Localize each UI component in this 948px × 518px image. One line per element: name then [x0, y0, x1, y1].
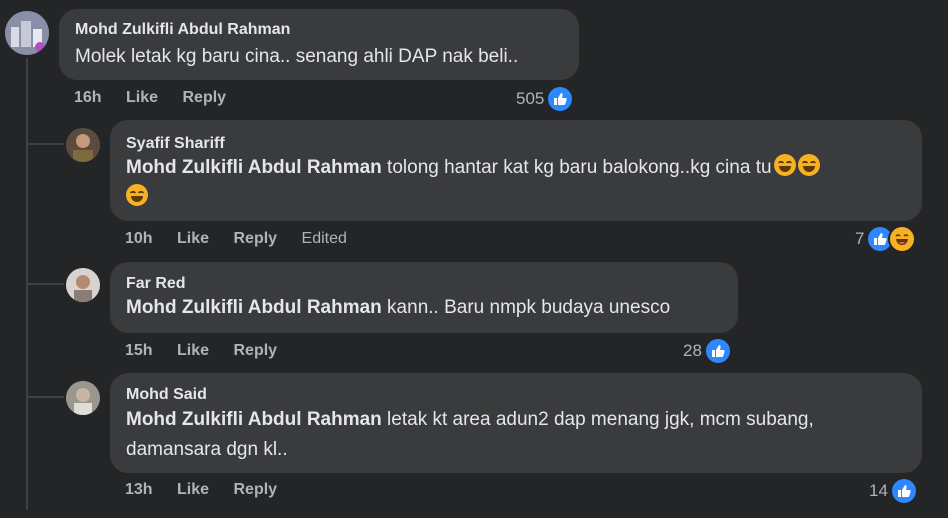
comment-actions: 10h Like Reply Edited	[125, 230, 347, 248]
avatar[interactable]	[66, 128, 100, 162]
reaction-count: 7	[855, 229, 865, 248]
comment-author[interactable]: Far Red	[126, 275, 186, 293]
comment-text: Mohd Zulkifli Abdul Rahman kann.. Baru n…	[126, 293, 670, 323]
comment-author[interactable]: Mohd Said	[126, 386, 207, 404]
avatar[interactable]	[66, 268, 100, 302]
reaction-count: 14	[869, 481, 888, 500]
like-reaction-icon	[889, 477, 918, 505]
mention-link[interactable]: Mohd Zulkifli Abdul Rahman	[126, 409, 382, 430]
reaction-count: 505	[516, 89, 545, 108]
comment-actions: 16h Like Reply	[74, 89, 226, 107]
comment-time[interactable]: 15h	[125, 342, 153, 360]
thread-connector	[26, 143, 64, 145]
reply-button[interactable]: Reply	[234, 342, 278, 360]
mention-link[interactable]: Mohd Zulkifli Abdul Rahman	[126, 297, 382, 318]
avatar[interactable]	[5, 11, 49, 55]
like-button[interactable]: Like	[126, 89, 158, 107]
edited-label[interactable]: Edited	[302, 230, 347, 248]
reaction-summary[interactable]: 7	[855, 225, 917, 253]
like-button[interactable]: Like	[177, 342, 209, 360]
comment-text: Molek letak kg baru cina.. senang ahli D…	[75, 46, 519, 67]
reply-button[interactable]: Reply	[234, 481, 278, 499]
comment-bubble: Mohd Said Mohd Zulkifli Abdul Rahman let…	[110, 373, 922, 473]
comment-bubble: Far Red Mohd Zulkifli Abdul Rahman kann.…	[110, 262, 738, 333]
like-reaction-icon	[546, 85, 575, 113]
comment-author[interactable]: Mohd Zulkifli Abdul Rahman	[75, 21, 290, 39]
thread-connector	[26, 396, 64, 398]
thread-connector	[26, 283, 64, 285]
comment-time[interactable]: 13h	[125, 481, 153, 499]
comment-bubble: Syafif Shariff Mohd Zulkifli Abdul Rahma…	[110, 120, 922, 221]
like-button[interactable]: Like	[177, 481, 209, 499]
comment-author[interactable]: Syafif Shariff	[126, 135, 225, 153]
comment-actions: 13h Like Reply	[125, 481, 277, 499]
reply-button[interactable]: Reply	[183, 89, 227, 107]
comment-body: kann.. Baru nmpk budaya unesco	[381, 297, 671, 318]
haha-reaction-icon	[888, 225, 917, 253]
reaction-summary[interactable]: 28	[683, 337, 732, 365]
rolling-laughing-emoji	[797, 154, 820, 176]
comment-time[interactable]: 10h	[125, 230, 153, 248]
reaction-summary[interactable]: 505	[516, 85, 575, 113]
rolling-laughing-emoji	[126, 184, 148, 206]
reply-button[interactable]: Reply	[234, 230, 278, 248]
comment-body: tolong hantar kat kg baru balokong..kg c…	[381, 157, 772, 178]
comment-actions: 15h Like Reply	[125, 342, 277, 360]
reaction-count: 28	[683, 341, 702, 360]
like-button[interactable]: Like	[177, 230, 209, 248]
reaction-summary[interactable]: 14	[869, 477, 918, 505]
comment-bubble: Mohd Zulkifli Abdul Rahman Molek letak k…	[59, 9, 579, 80]
comment-time[interactable]: 16h	[74, 89, 102, 107]
like-reaction-icon	[703, 337, 732, 365]
mention-link[interactable]: Mohd Zulkifli Abdul Rahman	[126, 157, 382, 178]
comment-text: Mohd Zulkifli Abdul Rahman letak kt area…	[126, 405, 906, 465]
avatar[interactable]	[66, 381, 100, 415]
comment-text: Mohd Zulkifli Abdul Rahman tolong hantar…	[126, 153, 906, 213]
rolling-laughing-emoji	[773, 154, 796, 176]
